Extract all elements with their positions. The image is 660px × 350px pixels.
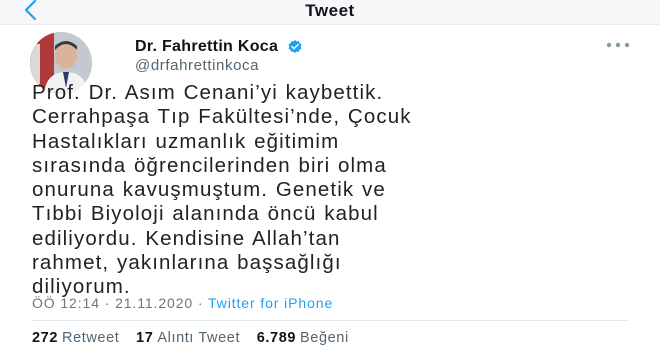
- quotes-count: 17: [136, 330, 154, 346]
- tweet-line: ediliyordu. Kendisine Allah’tan: [32, 226, 341, 250]
- retweets-stat[interactable]: 272 Retweet: [32, 330, 119, 346]
- retweets-count: 272: [32, 330, 58, 346]
- author-name[interactable]: Dr. Fahrettin Koca: [135, 38, 278, 56]
- retweets-label: Retweet: [62, 330, 120, 346]
- tweet-line: Prof. Dr. Asım Cenani’yi kaybettik.: [32, 81, 384, 104]
- divider: [32, 320, 628, 321]
- quotes-label: Alıntı Tweet: [157, 330, 241, 346]
- tweet-time: ÖÖ 12:14: [32, 295, 100, 311]
- top-bar: Tweet: [0, 0, 660, 25]
- page-title: Tweet: [305, 1, 355, 20]
- author-block: Dr. Fahrettin Koca @drfahrettinkoca: [135, 38, 303, 74]
- meta-separator: ·: [104, 295, 111, 311]
- tweet-date: 21.11.2020: [115, 295, 194, 311]
- tweet-source-link[interactable]: Twitter for iPhone: [208, 295, 333, 311]
- more-options-button[interactable]: [604, 38, 632, 50]
- more-options-icon: [606, 42, 630, 48]
- tweet-line: Hastalıkları uzmanlık eğitimim: [32, 129, 340, 153]
- tweet-line: Tıbbi Biyoloji alanında öncü kabul: [32, 202, 379, 226]
- likes-count: 6.789: [256, 330, 297, 346]
- likes-stat[interactable]: 6.789 Beğeni: [257, 330, 349, 346]
- tweet-line: Cerrahpaşa Tıp Fakültesi’nde, Çocuk: [32, 105, 412, 129]
- tweet-stats: 272 Retweet 17 Alıntı Tweet 6.789 Beğeni: [32, 330, 361, 346]
- tweet-text: Prof. Dr. Asım Cenani’yi kaybettik. Cerr…: [32, 81, 622, 300]
- tweet-line: sırasında öğrencilerinden biri olma: [32, 153, 387, 177]
- likes-label: Beğeni: [300, 330, 349, 346]
- author-handle[interactable]: @drfahrettinkoca: [135, 57, 303, 74]
- quotes-stat[interactable]: 17 Alıntı Tweet: [136, 330, 240, 346]
- tweet-meta: ÖÖ 12:14 · 21.11.2020 · Twitter for iPho…: [32, 295, 333, 311]
- tweet-line: onuruna kavuşmuştum. Genetik ve: [32, 178, 386, 202]
- tweet-line: rahmet, yakınlarına başsağlığı: [32, 251, 342, 275]
- verified-badge-icon: [288, 40, 302, 53]
- meta-separator: ·: [197, 295, 204, 311]
